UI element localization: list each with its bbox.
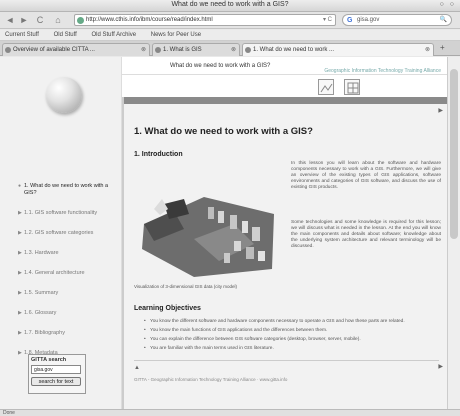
triangle-right-icon: ▶ xyxy=(18,250,22,256)
learning-objectives-heading: Learning Objectives xyxy=(134,305,201,312)
address-bar[interactable]: http://www.cthis.info/ibm/course/read/in… xyxy=(74,14,336,26)
tab-label: 1. What do we need to work ... xyxy=(253,47,335,53)
main-content-area: ▶ 1. What do we need to work with a GIS?… xyxy=(122,97,447,409)
bookmark-item[interactable]: News for Peer Use xyxy=(151,32,201,38)
section-heading: 1. Introduction xyxy=(134,151,183,158)
bookmark-item[interactable]: Old Stuff Archive xyxy=(92,32,137,38)
nav-item-label: 1.4. General architecture xyxy=(24,270,85,276)
window-controls[interactable]: ○ ○ xyxy=(440,1,456,8)
gitta-search-panel: GITTA search gisa.gov search for text xyxy=(28,354,86,394)
grid-thumbnail-icon[interactable] xyxy=(344,79,360,95)
header-title: What do we need to work with a GIS? xyxy=(170,63,271,69)
search-input[interactable]: gisa.gov xyxy=(31,365,81,374)
close-icon[interactable]: ⊗ xyxy=(141,44,146,56)
header-divider xyxy=(122,74,447,75)
triangle-right-icon: ▶ xyxy=(18,330,22,336)
objective-item: You know the different software and hard… xyxy=(144,319,439,325)
left-navigation-panel: ● 1. What do we need to work with a GIS? … xyxy=(0,57,122,409)
new-tab-button[interactable]: + xyxy=(440,43,445,52)
forward-button[interactable]: ► xyxy=(18,14,30,26)
home-button[interactable]: ⌂ xyxy=(52,14,64,26)
nav-item-label: 1.6. Glossary xyxy=(24,310,57,316)
next-page-arrow-icon[interactable]: ▶ xyxy=(438,363,443,370)
page-footer: GITTA - Geographic Information Technolog… xyxy=(134,377,288,382)
nav-item-label: 1.7. Bibliography xyxy=(24,330,65,336)
search-bar[interactable]: G gisa.gov 🔍 xyxy=(342,14,452,26)
address-url: http://www.cthis.info/ibm/course/read/in… xyxy=(86,17,213,23)
triangle-right-icon: ▶ xyxy=(18,310,22,316)
search-panel-label: GITTA search xyxy=(31,357,67,363)
triangle-right-icon: ▶ xyxy=(18,350,22,356)
nav-item-software-categories[interactable]: ▶ 1.2. GIS software categories xyxy=(18,230,122,237)
map-thumbnail-icon[interactable] xyxy=(318,79,334,95)
3d-city-model-image xyxy=(134,169,282,279)
tab-what-is-gis[interactable]: 1. What is GIS ⊗ xyxy=(152,43,240,56)
navigation-toolbar: ◄ ► C ⌂ http://www.cthis.info/ibm/course… xyxy=(0,12,460,29)
header-icons xyxy=(318,79,438,97)
scroll-top-arrow-icon[interactable]: ▲ xyxy=(134,365,140,371)
search-bar-text: gisa.gov xyxy=(357,17,380,23)
bookmark-item[interactable]: Current Stuff xyxy=(5,32,39,38)
nav-item-label: 1.5. Summary xyxy=(24,290,59,296)
site-favicon-icon xyxy=(77,17,84,24)
tab-bar: Overview of available CITTA ... ⊗ 1. Wha… xyxy=(0,41,460,56)
header-stripe xyxy=(124,97,447,104)
page-header: What do we need to work with a GIS? Geog… xyxy=(122,57,447,97)
bookmarks-bar: Current Stuff Old Stuff Old Stuff Archiv… xyxy=(0,30,460,41)
tab-label: 1. What is GIS xyxy=(163,47,202,53)
nav-item-bibliography[interactable]: ▶ 1.7. Bibliography xyxy=(18,330,122,337)
scrollbar-thumb[interactable] xyxy=(450,69,458,239)
nav-item-current-lesson[interactable]: ● 1. What do we need to work with a GIS? xyxy=(18,183,122,197)
page-title: 1. What do we need to work with a GIS? xyxy=(134,126,313,137)
tab-favicon-icon xyxy=(5,47,11,53)
triangle-right-icon: ▶ xyxy=(18,290,22,296)
intro-paragraph-2: Some technologies and some knowledge is … xyxy=(291,220,441,249)
bullet-icon: ● xyxy=(18,183,22,189)
close-icon[interactable]: ⊗ xyxy=(231,44,236,56)
next-page-arrow-icon[interactable]: ▶ xyxy=(438,107,443,114)
vertical-scrollbar[interactable] xyxy=(447,57,460,409)
close-icon[interactable]: ⊗ xyxy=(425,44,430,56)
learning-objectives-list: You know the different software and hard… xyxy=(144,319,439,355)
nav-item-hardware[interactable]: ▶ 1.3. Hardware xyxy=(18,250,122,257)
nav-item-label: 1. What do we need to work with a GIS? xyxy=(24,183,109,196)
bookmark-item[interactable]: Old Stuff xyxy=(54,32,77,38)
nav-item-label: 1.1. GIS software functionality xyxy=(24,210,98,216)
nav-item-glossary[interactable]: ▶ 1.6. Glossary xyxy=(18,310,122,317)
nav-item-general-architecture[interactable]: ▶ 1.4. General architecture xyxy=(18,270,122,277)
search-icon[interactable]: 🔍 xyxy=(440,15,447,26)
page-content: ● 1. What do we need to work with a GIS? … xyxy=(0,57,447,409)
tab-overview[interactable]: Overview of available CITTA ... ⊗ xyxy=(2,43,150,56)
tab-favicon-icon xyxy=(245,47,251,53)
objective-item: You can explain the difference between G… xyxy=(144,337,439,343)
tab-favicon-icon xyxy=(155,47,161,53)
triangle-right-icon: ▶ xyxy=(18,230,22,236)
nav-item-summary[interactable]: ▶ 1.5. Summary xyxy=(18,290,122,297)
objective-item: You know the main functions of GIS appli… xyxy=(144,328,439,334)
back-button[interactable]: ◄ xyxy=(4,14,16,26)
window-titlebar: What do we need to work with a GIS? ○ ○ xyxy=(0,0,460,12)
image-caption: Visualization of 3-dimensional GIS data … xyxy=(134,284,237,289)
tab-what-do-we-need[interactable]: 1. What do we need to work ... ⊗ xyxy=(242,43,434,56)
triangle-right-icon: ▶ xyxy=(18,270,22,276)
nav-item-software-functionality[interactable]: ▶ 1.1. GIS software functionality xyxy=(18,210,122,217)
objective-item: You are familiar with the main terms use… xyxy=(144,346,439,352)
search-button[interactable]: search for text xyxy=(31,377,81,386)
search-engine-icon[interactable]: G xyxy=(347,15,352,26)
window-title: What do we need to work with a GIS? xyxy=(171,1,289,8)
gitta-logo-sphere xyxy=(46,77,82,113)
status-bar: Done xyxy=(0,409,460,416)
lesson-navigation: ● 1. What do we need to work with a GIS? … xyxy=(18,183,122,370)
triangle-right-icon: ▶ xyxy=(18,210,22,216)
reload-button[interactable]: C xyxy=(34,14,46,26)
nav-item-label: 1.2. GIS software categories xyxy=(24,230,94,236)
intro-paragraph-1: In this lesson you will learn about the … xyxy=(291,161,441,190)
address-dropdown-icon[interactable]: ▾ C xyxy=(323,15,332,25)
nav-item-label: 1.3. Hardware xyxy=(24,250,59,256)
tab-label: Overview of available CITTA ... xyxy=(13,47,95,53)
content-divider xyxy=(134,360,439,361)
